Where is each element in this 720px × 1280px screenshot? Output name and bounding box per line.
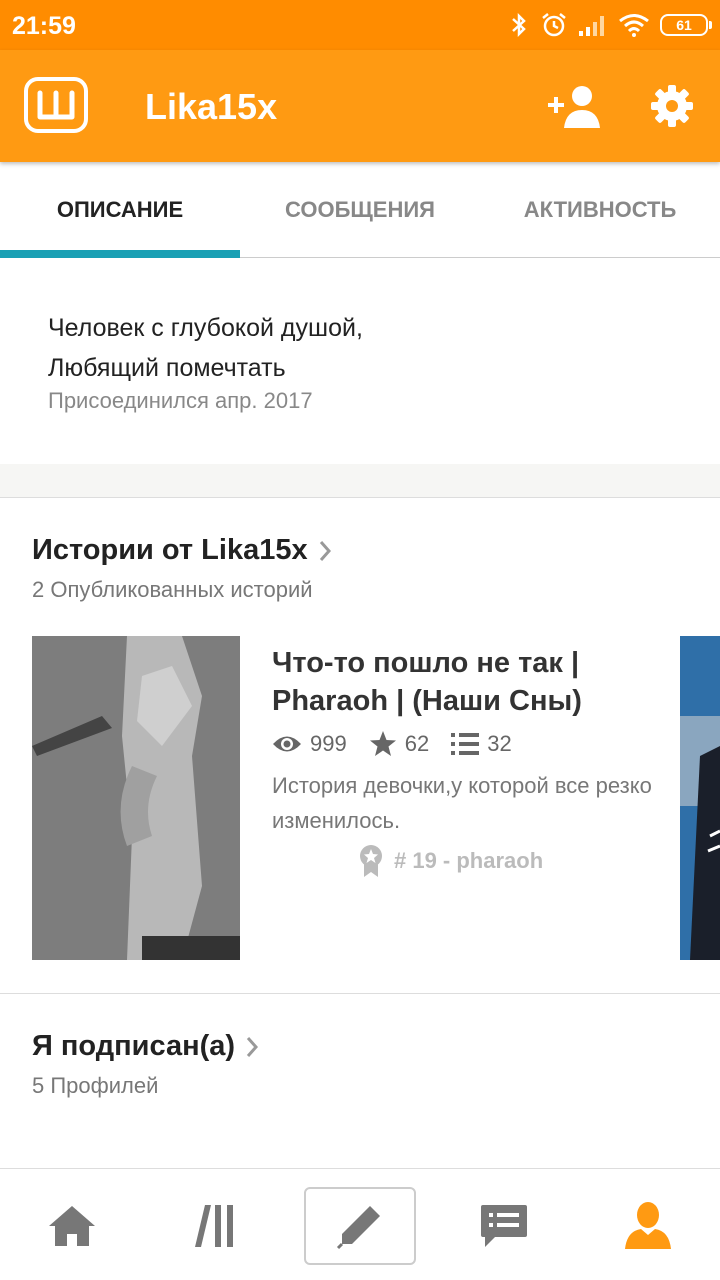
story-stats: 999 62 32 [272, 728, 534, 760]
app-bar: Lika15x [0, 50, 720, 162]
bio-line: Любящий помечтать [48, 354, 286, 382]
add-user-icon[interactable] [544, 82, 604, 130]
write-icon [336, 1206, 380, 1250]
nav-profile[interactable] [592, 1187, 704, 1265]
section-separator [0, 464, 720, 498]
home-icon [49, 1206, 95, 1246]
nav-library[interactable] [160, 1187, 272, 1265]
list-icon [451, 733, 480, 755]
library-icon [195, 1205, 233, 1247]
reads-stat: 999 [272, 731, 347, 757]
next-cover-photo [680, 636, 720, 960]
parts-stat: 32 [451, 731, 512, 757]
bio-line: Человек с глубокой душой, [48, 314, 363, 342]
divider [0, 993, 720, 994]
alarm-icon [542, 13, 566, 37]
battery-level: 61 [676, 17, 692, 33]
logo-glyph [37, 90, 75, 120]
nav-messages[interactable] [448, 1187, 560, 1265]
story-cover[interactable] [32, 636, 240, 960]
following-header[interactable]: Я подписан(а) [32, 1030, 259, 1063]
gear-icon[interactable] [650, 84, 694, 128]
stories-title: Истории от Lika15x [32, 534, 308, 566]
wifi-icon [619, 14, 649, 37]
tab-description[interactable]: ОПИСАНИЕ [0, 162, 240, 258]
nav-write[interactable] [304, 1187, 416, 1265]
star-icon [369, 731, 396, 756]
battery-icon: 61 [660, 14, 712, 36]
joined-date: Присоединился апр. 2017 [48, 388, 313, 413]
parts-count: 32 [487, 731, 512, 756]
signal-icon [579, 16, 604, 36]
bottom-navigation [0, 1168, 720, 1280]
chevron-right-icon [246, 1037, 259, 1058]
active-tab-indicator [0, 250, 240, 258]
wattpad-logo[interactable] [24, 77, 88, 133]
stories-count: 2 Опубликованных историй [32, 577, 313, 602]
about-section: Человек с глубокой душой, Любящий помечт… [0, 258, 720, 464]
nav-home[interactable] [16, 1187, 128, 1265]
ranking-icon [360, 845, 382, 877]
bluetooth-icon [512, 12, 526, 38]
story-title[interactable]: Что-то пошло не так | Pharaoh | (Наши Сн… [272, 644, 672, 720]
story-rank: # 19 - pharaoh [358, 844, 543, 878]
eye-icon [273, 736, 301, 752]
following-title: Я подписан(а) [32, 1030, 236, 1062]
chevron-right-icon [319, 541, 331, 562]
next-story-cover[interactable] [680, 636, 720, 960]
profile-icon [625, 1202, 671, 1249]
profile-username: Lika15x [145, 86, 278, 127]
rank-label: # 19 - pharaoh [394, 848, 544, 873]
tab-messages[interactable]: СООБЩЕНИЯ [240, 162, 480, 258]
profile-bio: Человек с глубокой душой, Любящий помечт… [48, 308, 363, 388]
reads-count: 999 [310, 731, 347, 756]
status-time: 21:59 [12, 12, 76, 40]
votes-count: 62 [404, 731, 430, 756]
profile-tabs: ОПИСАНИЕ СООБЩЕНИЯ АКТИВНОСТЬ [0, 162, 720, 258]
cover-photo [32, 636, 240, 960]
story-description: История девочки,у которой все резко изме… [272, 773, 652, 833]
system-icons: 61 [508, 10, 712, 40]
messages-icon [481, 1205, 527, 1247]
tab-activity[interactable]: АКТИВНОСТЬ [480, 162, 720, 258]
following-count: 5 Профилей [32, 1073, 159, 1098]
stories-header[interactable]: Истории от Lika15x [32, 534, 332, 567]
votes-stat: 62 [369, 730, 429, 758]
status-bar: 21:59 61 [0, 0, 720, 50]
